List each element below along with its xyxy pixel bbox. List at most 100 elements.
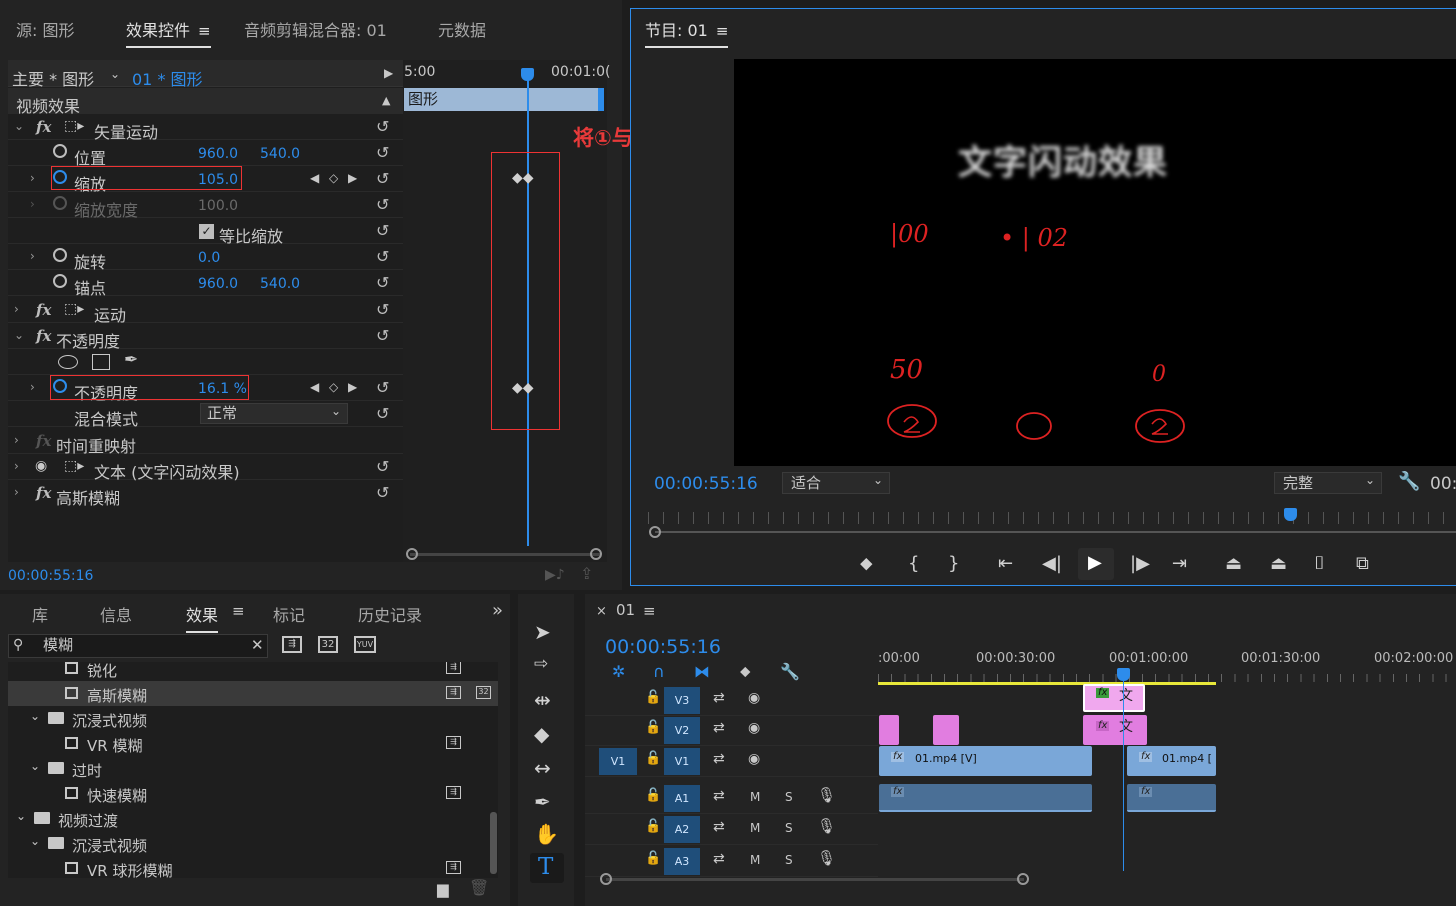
row-text-layer[interactable]: › ◉ ⬚▸ 文本 (文字闪动效果) ↺ (8, 454, 403, 482)
chevron-right-icon[interactable]: › (14, 485, 19, 499)
accelerated-effects-icon[interactable]: ⇶ (282, 636, 302, 653)
reset-icon[interactable]: ↺ (376, 378, 389, 397)
timeline-playhead-head[interactable] (1117, 668, 1130, 681)
tab-program[interactable]: 节目: 01 ≡ (645, 17, 729, 48)
audio-clip-b[interactable]: fx (1127, 784, 1216, 812)
reset-icon[interactable]: ↺ (376, 117, 389, 136)
trash-icon[interactable]: 🗑 (469, 880, 489, 896)
lock-icon[interactable]: 🔓 (645, 752, 661, 765)
reset-icon[interactable]: ↺ (376, 195, 389, 214)
fit-select[interactable]: 适合 ⌄ (782, 472, 890, 494)
panel-menu-icon[interactable]: ≡ (198, 22, 211, 40)
position-x-value[interactable]: 960.0 (198, 146, 238, 162)
next-keyframe-icon[interactable]: ▶ (348, 381, 357, 393)
keyframe-scrollbar-track[interactable] (410, 553, 600, 556)
pen-mask-icon[interactable]: ✒ (124, 352, 138, 369)
reset-icon[interactable]: ↺ (376, 483, 389, 502)
chevron-down-icon[interactable]: ⌄ (14, 119, 24, 133)
add-marker-icon[interactable]: ⬥ (740, 664, 751, 679)
mute-button[interactable]: M (750, 822, 760, 834)
lock-icon[interactable]: 🔓 (645, 820, 661, 833)
effect-controls-timecode[interactable]: 00:00:55:16 (8, 569, 93, 583)
add-marker-icon[interactable]: ⬥ (860, 553, 873, 574)
eye-icon[interactable]: ◉ (748, 691, 760, 705)
clear-search-icon[interactable]: ✕ (251, 638, 264, 653)
lock-icon[interactable]: 🔓 (645, 789, 661, 802)
effects-list-item[interactable]: ⌄ 沉浸式视频 (8, 831, 498, 856)
mark-out-icon[interactable]: } (948, 553, 959, 574)
effects-scrollbar[interactable] (490, 812, 497, 874)
sync-lock-icon[interactable]: ⇄ (713, 820, 725, 834)
prev-keyframe-icon[interactable]: ◀ (310, 381, 319, 393)
chevron-down-icon[interactable]: ⌄ (30, 835, 40, 847)
scroll-handle-right[interactable] (590, 548, 602, 560)
audio-only-icon[interactable]: ▶♪ (545, 568, 565, 582)
32bit-effects-icon[interactable]: 32 (318, 636, 338, 653)
tab-effects-panel[interactable]: 历史记录 (358, 602, 422, 626)
solo-button[interactable]: S (785, 791, 793, 803)
program-ruler[interactable] (648, 512, 1456, 524)
hand-tool-icon[interactable]: ✋ (534, 822, 559, 846)
snap-nest-icon[interactable]: ✲ (612, 664, 625, 680)
panel-menu-icon[interactable]: ≡ (643, 604, 656, 619)
effects-list-item[interactable]: ⇶ 快速模糊 (8, 781, 498, 806)
sync-lock-icon[interactable]: ⇄ (713, 721, 725, 735)
snap-magnet-icon[interactable]: ∩ (653, 664, 665, 680)
track-target-label[interactable]: V2 (664, 717, 700, 744)
chevron-right-icon[interactable]: › (14, 302, 19, 316)
video-clip-a[interactable]: fx 01.mp4 [V] (879, 746, 1092, 776)
fx-icon[interactable]: fx (36, 301, 51, 319)
reset-icon[interactable]: ↺ (376, 169, 389, 188)
tab-effects-panel[interactable]: 效果 (186, 602, 219, 633)
row-motion[interactable]: › fx ⬚▸ 运动 ↺ (8, 297, 403, 325)
chevron-right-icon[interactable]: › (14, 433, 19, 447)
reset-icon[interactable]: ↺ (376, 300, 389, 319)
add-keyframe-icon[interactable]: ◇ (329, 172, 338, 184)
eye-icon[interactable]: ◉ (35, 459, 47, 473)
timeline-ruler[interactable]: :00:00 00:00:30:00 00:01:00:00 00:01:30:00 0… (878, 640, 1456, 684)
reset-icon[interactable]: ↺ (376, 143, 389, 162)
eye-icon[interactable]: ◉ (748, 721, 760, 735)
yuv-effects-icon[interactable]: YUV (354, 636, 376, 653)
chevron-down-icon[interactable]: ⌄ (16, 810, 26, 822)
tab-effects-panel[interactable]: 库 (32, 602, 48, 626)
lift-icon[interactable]: ⏏ (1225, 553, 1242, 574)
title-clip-v3[interactable]: fx 文 (1083, 684, 1145, 712)
reset-icon[interactable]: ↺ (376, 247, 389, 266)
effects-list-item[interactable]: ⇶ VR 球形模糊 (8, 856, 498, 878)
scroll-handle-left[interactable] (406, 548, 418, 560)
effects-list-item[interactable]: ⌄ 过时 (8, 756, 498, 781)
chevron-down-icon[interactable]: ⌄ (14, 328, 24, 342)
prev-keyframe-icon[interactable]: ◀ (310, 172, 319, 184)
chevron-right-icon[interactable]: › (30, 171, 35, 185)
collapse-up-icon[interactable]: ▲ (382, 95, 390, 106)
solo-button[interactable]: S (785, 854, 793, 866)
step-forward-icon[interactable]: |▶ (1130, 553, 1150, 574)
effects-list-item[interactable]: ⌄ 沉浸式视频 (8, 706, 498, 731)
type-tool-button[interactable]: T (530, 853, 564, 883)
anchor-x-value[interactable]: 960.0 (198, 276, 238, 292)
timeline-zoom-track[interactable] (606, 878, 1024, 881)
new-bin-folder-icon[interactable]: ▆ (437, 882, 449, 897)
effects-list-item[interactable]: ⌄ 视频过渡 (8, 806, 498, 831)
fx-icon[interactable]: fx (36, 327, 51, 345)
chevron-right-icon[interactable]: › (30, 380, 35, 394)
effects-list-item[interactable]: ⇶ 32 高斯模糊 (8, 681, 498, 706)
source-patch-v1[interactable]: V1 (599, 748, 637, 775)
panel-menu-icon[interactable]: ≡ (232, 604, 245, 619)
microphone-icon[interactable]: 🎙 (817, 788, 836, 803)
stopwatch-icon[interactable] (53, 248, 67, 262)
timeline-zoom-handle-right[interactable] (1017, 873, 1029, 885)
microphone-icon[interactable]: 🎙 (817, 851, 836, 866)
ellipse-mask-icon[interactable] (58, 355, 78, 369)
program-playhead[interactable] (1284, 508, 1297, 521)
add-keyframe-icon[interactable]: ◇ (329, 381, 338, 393)
program-zoom-track[interactable] (655, 531, 1456, 533)
panel-menu-icon[interactable]: ≡ (716, 22, 729, 40)
tab-effects-panel[interactable]: 信息 (100, 602, 132, 626)
sync-lock-icon[interactable]: ⇄ (713, 789, 725, 803)
title-clip-v2-a[interactable] (879, 715, 899, 745)
timeline-settings-wrench-icon[interactable]: 🔧 (780, 664, 800, 680)
stopwatch-icon[interactable] (53, 274, 67, 288)
close-sequence-icon[interactable]: × (596, 605, 607, 618)
